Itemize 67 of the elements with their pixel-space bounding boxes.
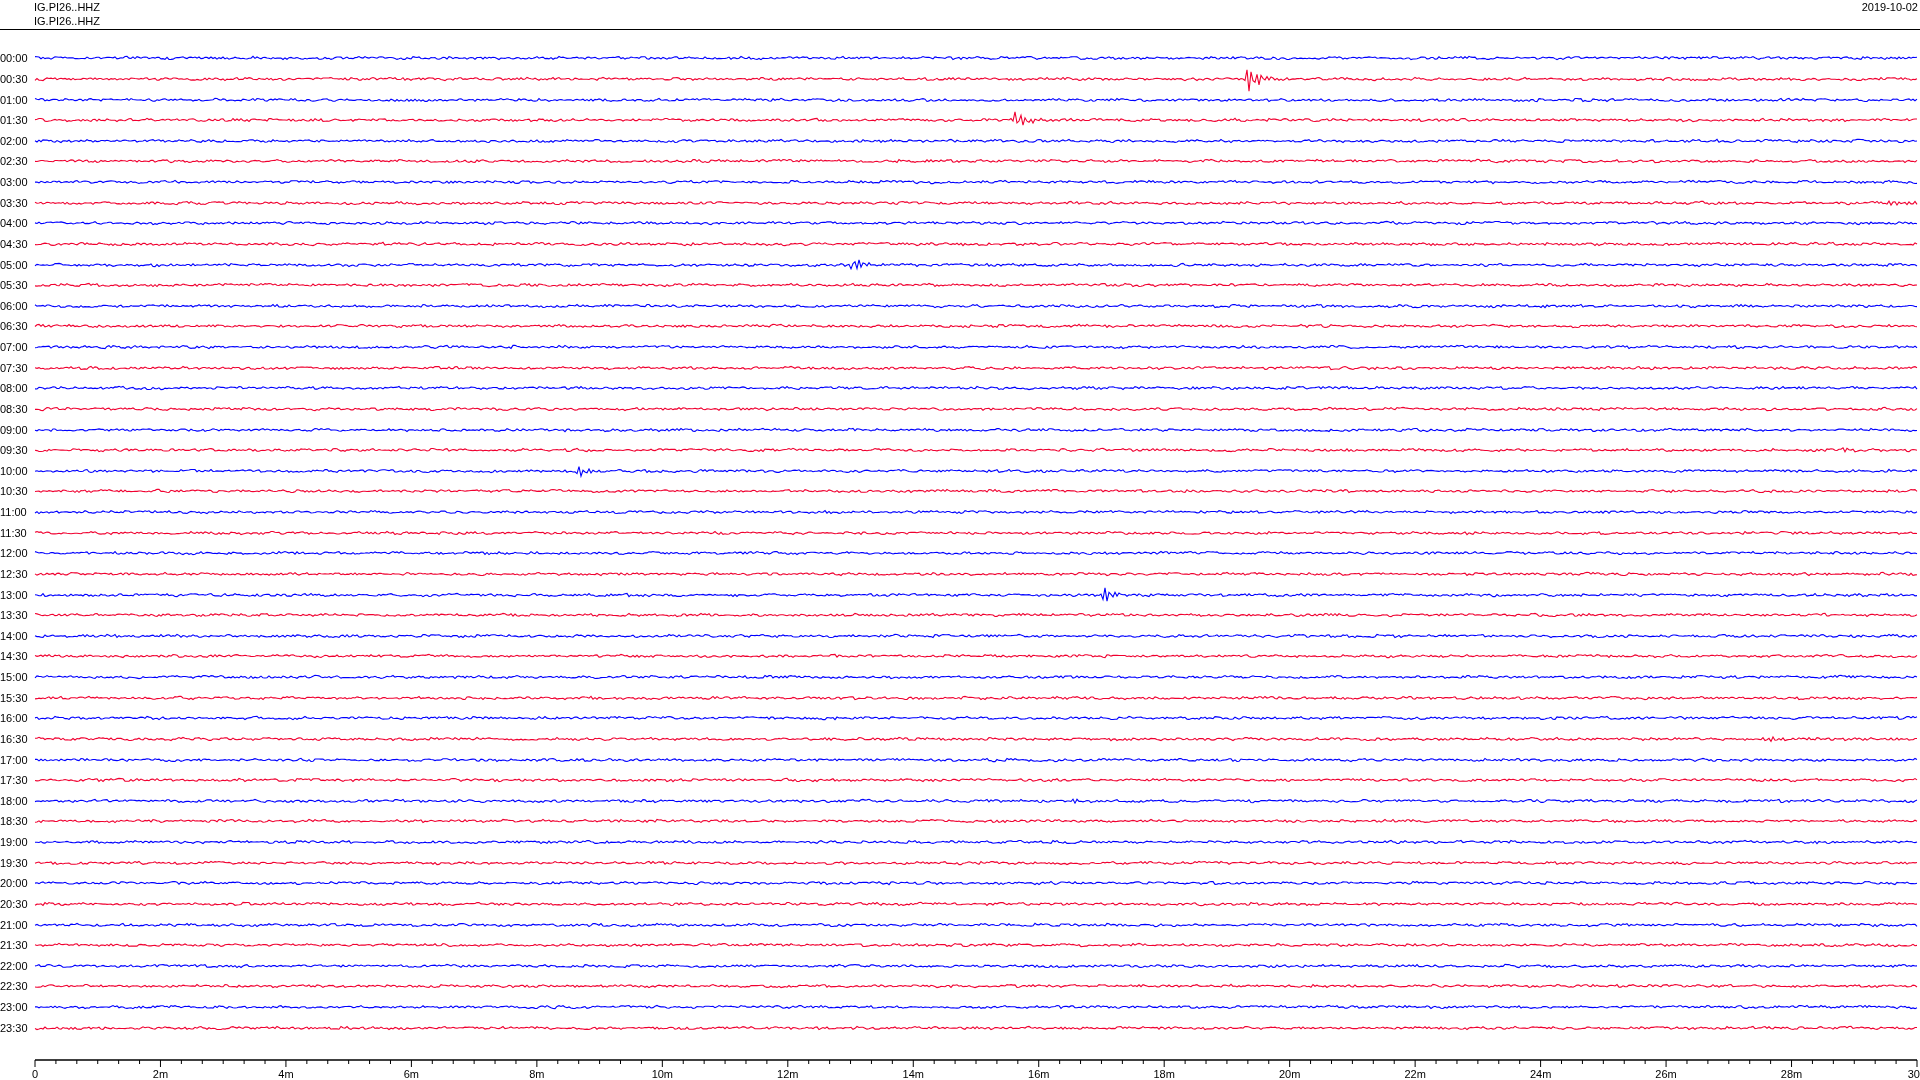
time-label: 18:30	[0, 815, 29, 828]
time-label: 06:30	[0, 320, 29, 333]
time-label: 11:30	[0, 526, 28, 539]
time-label: 12:00	[0, 547, 29, 560]
time-label: 07:00	[0, 341, 29, 354]
time-label: 06:00	[0, 299, 29, 312]
axis-label: 26m	[1655, 1068, 1677, 1080]
time-label: 04:30	[0, 237, 29, 250]
axis-label: 4m	[278, 1068, 294, 1080]
time-label: 09:00	[0, 423, 29, 436]
station-label: IG.PI26..HHZ	[34, 0, 101, 14]
time-label: 01:00	[0, 93, 29, 106]
station-label: IG.PI26..HHZ	[34, 14, 101, 28]
time-label: 20:00	[0, 877, 29, 890]
time-label: 04:00	[0, 217, 29, 230]
time-label: 21:00	[0, 918, 29, 931]
axis-label: 0	[31, 1068, 39, 1080]
axis-label: 8m	[529, 1068, 545, 1080]
time-label: 08:30	[0, 402, 29, 415]
axis-label: 18m	[1153, 1068, 1175, 1080]
time-label: 10:00	[0, 464, 29, 477]
time-label: 16:30	[0, 732, 29, 745]
time-label: 03:30	[0, 196, 29, 209]
time-label: 15:00	[0, 671, 29, 684]
time-label: 14:00	[0, 629, 29, 642]
time-label: 20:30	[0, 897, 29, 910]
time-label: 02:30	[0, 155, 29, 168]
time-label: 18:00	[0, 794, 29, 807]
axis-label: 24m	[1529, 1068, 1552, 1080]
axis-label: 14m	[902, 1068, 924, 1080]
time-label: 11:00	[0, 506, 28, 519]
time-label: 15:30	[0, 691, 29, 704]
time-label: 17:30	[0, 774, 29, 787]
axis-label: 20m	[1278, 1068, 1301, 1080]
time-label: 01:30	[0, 114, 29, 127]
time-label: 09:30	[0, 444, 29, 457]
axis-label: 30	[1907, 1068, 1920, 1080]
time-label: 08:00	[0, 382, 29, 395]
time-label: 12:30	[0, 567, 29, 580]
time-label: 02:00	[0, 134, 29, 147]
time-label: 17:00	[0, 753, 29, 766]
time-label: 05:30	[0, 279, 29, 292]
time-label: 13:30	[0, 609, 29, 622]
axis-label: 22m	[1404, 1068, 1426, 1080]
time-label: 22:30	[0, 980, 29, 993]
time-label: 22:00	[0, 959, 29, 972]
time-label: 03:00	[0, 176, 29, 189]
time-label: 19:00	[0, 836, 29, 849]
time-label: 19:30	[0, 856, 29, 869]
date-label: 2019-10-02	[1861, 0, 1919, 15]
axis-label: 12m	[777, 1068, 799, 1080]
axis-label: 6m	[403, 1068, 420, 1080]
axis-label: 16m	[1028, 1068, 1050, 1080]
time-label: 13:00	[0, 588, 29, 601]
time-label: 16:00	[0, 712, 29, 725]
time-label: 05:00	[0, 258, 29, 271]
axis-label: 28m	[1780, 1068, 1803, 1080]
time-label: 14:30	[0, 650, 29, 663]
time-label: 07:30	[0, 361, 29, 374]
time-label: 21:30	[0, 939, 29, 952]
time-label: 10:30	[0, 485, 29, 498]
time-label: 23:00	[0, 1001, 29, 1014]
time-label: 00:00	[0, 52, 29, 65]
time-label: 23:30	[0, 1021, 29, 1034]
axis-label: 10m	[651, 1068, 674, 1080]
axis-label: 2m	[152, 1068, 169, 1080]
time-label: 00:30	[0, 72, 29, 85]
